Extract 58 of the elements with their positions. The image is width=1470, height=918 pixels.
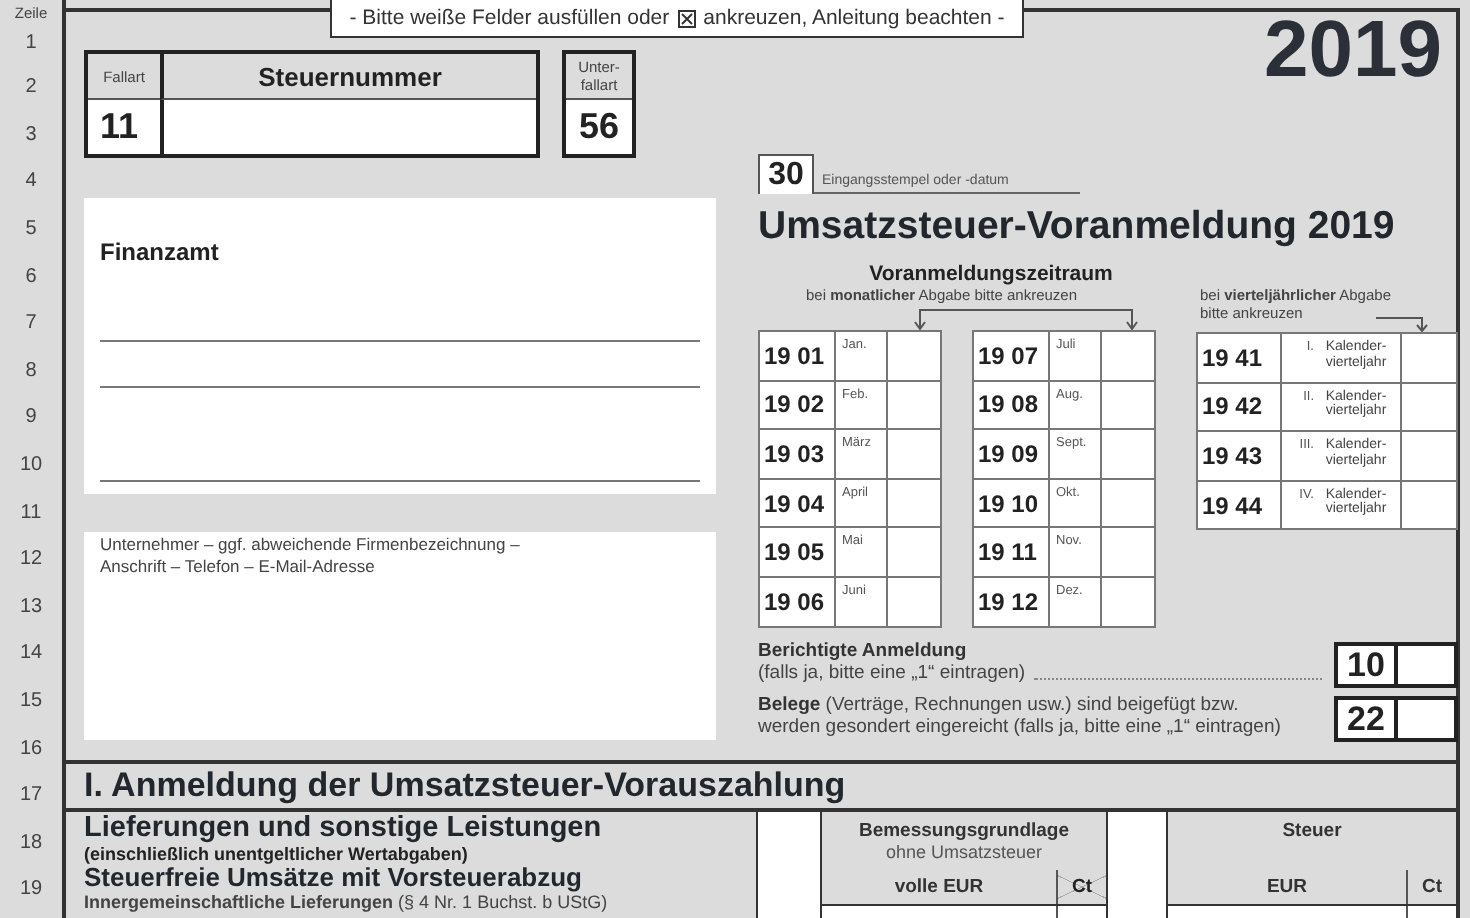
line-number: 12 xyxy=(19,548,43,571)
flag-note: (falls ja, bitte eine „1“ eintragen) xyxy=(758,661,1026,684)
row-label: Lieferungen und sonstige Leistungen xyxy=(84,812,604,844)
line-number: 15 xyxy=(19,690,43,713)
line-number: 13 xyxy=(19,595,43,618)
flag-title: Berichtigte Anmeldung xyxy=(758,639,969,662)
line-number: 9 xyxy=(25,406,37,429)
column-title: Bemessungsgrundlage xyxy=(856,820,1072,842)
tax-office-field[interactable]: Finanzamt xyxy=(84,198,716,494)
line-number: 18 xyxy=(19,831,43,854)
amount-field[interactable] xyxy=(1406,906,1456,918)
flag-note: Belege (Verträge, Rechnungen usw.) sind beigefügt bzw. werden gesondert eingereicht (falls ja, bitte eine „1“ eintragen) xyxy=(758,693,1283,738)
period-code: 19 44 xyxy=(1198,481,1282,529)
line-number: 14 xyxy=(19,642,43,665)
line-number: 19 xyxy=(19,878,43,901)
field-label: Finanzamt xyxy=(98,236,221,266)
row-label: (einschließlich unentgeltlicher Wertabgaben) xyxy=(84,844,470,864)
line-number: 11 xyxy=(20,501,42,524)
tax-number-field[interactable] xyxy=(160,100,536,154)
unit-label: Ct xyxy=(1056,870,1106,904)
amount-field[interactable] xyxy=(1168,906,1406,918)
line-number: 1 xyxy=(25,32,37,54)
period-code: 19 12 xyxy=(974,577,1050,626)
instruction-text: - Bitte weiße Felder ausfüllen oder xyxy=(349,6,670,30)
arrow-icon xyxy=(1376,316,1428,332)
field-hint: Anschrift – Telefon – E-Mail-Adresse xyxy=(100,556,377,578)
period-title: Voranmeldungszeitraum xyxy=(867,262,1115,286)
line-number: 3 xyxy=(25,123,37,146)
row-label: Innergemeinschaftliche Lieferungen (§ 4 Nr. 1 Buchst. b UStG) xyxy=(84,892,610,912)
amount-field[interactable] xyxy=(1056,906,1106,918)
amount-field[interactable] xyxy=(822,906,1056,918)
form-title: Umsatzsteuer-Voranmeldung 2019 xyxy=(758,202,1397,252)
section-title: I. Anmeldung der Umsatzsteuer-Vorauszahlung xyxy=(66,760,1456,812)
field-hint: Unternehmer – ggf. abweichende Firmenbezeichnung – xyxy=(100,534,522,556)
checkbox-cross-icon xyxy=(677,9,696,27)
line-number: 17 xyxy=(19,784,43,807)
line-number: 7 xyxy=(25,312,37,335)
line-number: 10 xyxy=(19,454,43,477)
form-year: 2019 xyxy=(1264,10,1442,90)
line-number: 16 xyxy=(19,737,43,760)
case-type-field[interactable]: 11 xyxy=(88,100,160,154)
field-code: 30 xyxy=(758,154,814,194)
line-number: 4 xyxy=(25,170,37,193)
column-title: Steuer xyxy=(1280,820,1344,842)
row-label: Steuerfreie Umsätze mit Vorsteuerabzug xyxy=(84,864,584,892)
subcase-field[interactable]: 56 xyxy=(566,100,632,154)
line-number: 8 xyxy=(25,359,37,382)
line-number: 6 xyxy=(25,265,37,288)
column-subtitle: ohne Umsatzsteuer xyxy=(883,842,1045,864)
line-number: 5 xyxy=(25,218,37,241)
period-code: 19 06 xyxy=(760,577,836,626)
unit-label: volle EUR xyxy=(892,874,986,902)
unit-label: EUR xyxy=(1264,874,1310,902)
address-field[interactable]: Unternehmer – ggf. abweichende Firmenbezeichnung – Anschrift – Telefon – E-Mail-Adresse xyxy=(84,532,716,740)
line-number: 2 xyxy=(25,76,37,99)
bracket-arrow-icon xyxy=(914,306,1138,330)
instruction-text: ankreuzen, Anleitung beachten - xyxy=(703,6,1005,30)
unit-label: Ct xyxy=(1406,870,1456,904)
